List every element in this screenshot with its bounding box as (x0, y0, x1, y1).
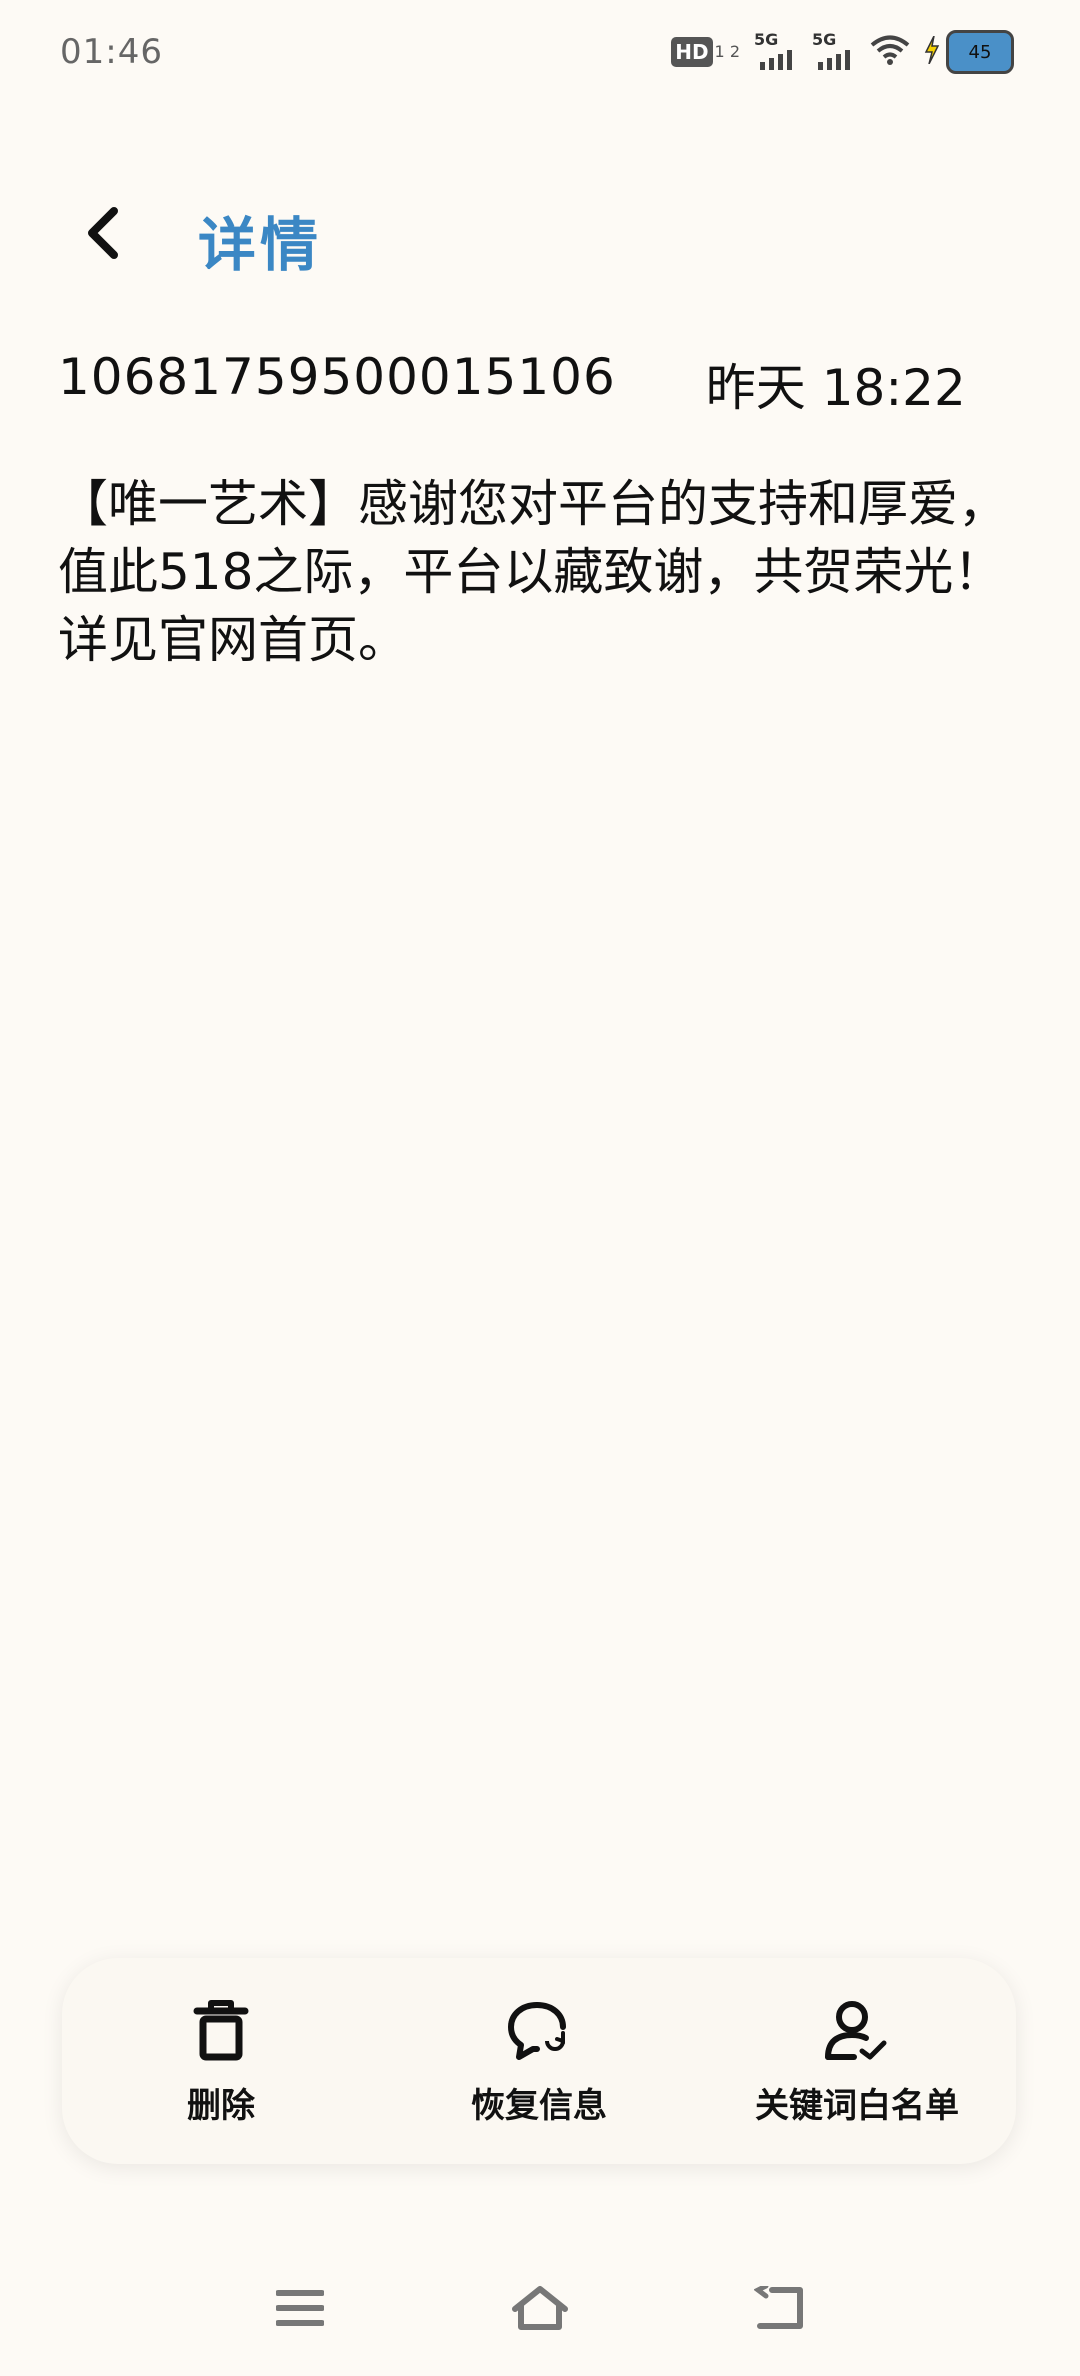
restore-message-button[interactable]: 恢复信息 (429, 1996, 649, 2127)
hd-voice-icon: HD 1 2 (671, 37, 740, 67)
hd-sub: 1 2 (714, 42, 740, 61)
back-icon (753, 2283, 806, 2334)
wifi-icon (870, 34, 910, 70)
restore-message-icon (504, 1996, 574, 2066)
back-nav-button[interactable] (745, 2280, 815, 2340)
message-body[interactable]: 【唯一艺术】感谢您对平台的支持和厚爱，值此518之际，平台以藏致谢，共贺荣光！详… (58, 470, 1024, 674)
screen: 01:46 HD 1 2 5G 5G 45 详情 106817595000151… (0, 0, 1080, 2376)
trash-icon (186, 1996, 256, 2066)
status-time: 01:46 (60, 32, 163, 72)
battery-level: 45 (946, 30, 1014, 74)
hd-label: HD (671, 37, 713, 67)
header: 详情 (0, 190, 1080, 280)
charging-icon (924, 35, 940, 68)
keyword-whitelist-label: 关键词白名单 (755, 2085, 959, 2126)
network-label-2: 5G (812, 30, 837, 49)
page-title: 详情 (198, 211, 323, 279)
navigation-bar (0, 2280, 1080, 2340)
delete-button[interactable]: 删除 (111, 1996, 331, 2127)
action-bar: 删除 恢复信息 关键词白名单 (62, 1958, 1016, 2164)
back-button[interactable] (72, 200, 132, 270)
user-check-icon (822, 1996, 892, 2066)
restore-message-label: 恢复信息 (471, 2085, 607, 2126)
message-meta: 10681759500015106 昨天 18:22 (58, 348, 966, 420)
keyword-whitelist-button[interactable]: 关键词白名单 (747, 1996, 967, 2127)
status-icons: HD 1 2 5G 5G 45 (671, 30, 1014, 74)
battery: 45 (924, 30, 1014, 74)
delete-label: 删除 (187, 2085, 255, 2126)
status-bar: 01:46 HD 1 2 5G 5G 45 (0, 0, 1080, 110)
menu-icon (275, 2288, 325, 2332)
message-sender: 10681759500015106 (58, 348, 616, 406)
home-nav-button[interactable] (505, 2280, 575, 2340)
menu-nav-button[interactable] (265, 2280, 335, 2340)
chevron-left-icon (82, 205, 122, 265)
signal-icon-2: 5G (812, 30, 856, 74)
home-icon (511, 2285, 569, 2335)
message-time: 昨天 18:22 (705, 359, 966, 417)
network-label-1: 5G (754, 30, 779, 49)
signal-icon-1: 5G (754, 30, 798, 74)
